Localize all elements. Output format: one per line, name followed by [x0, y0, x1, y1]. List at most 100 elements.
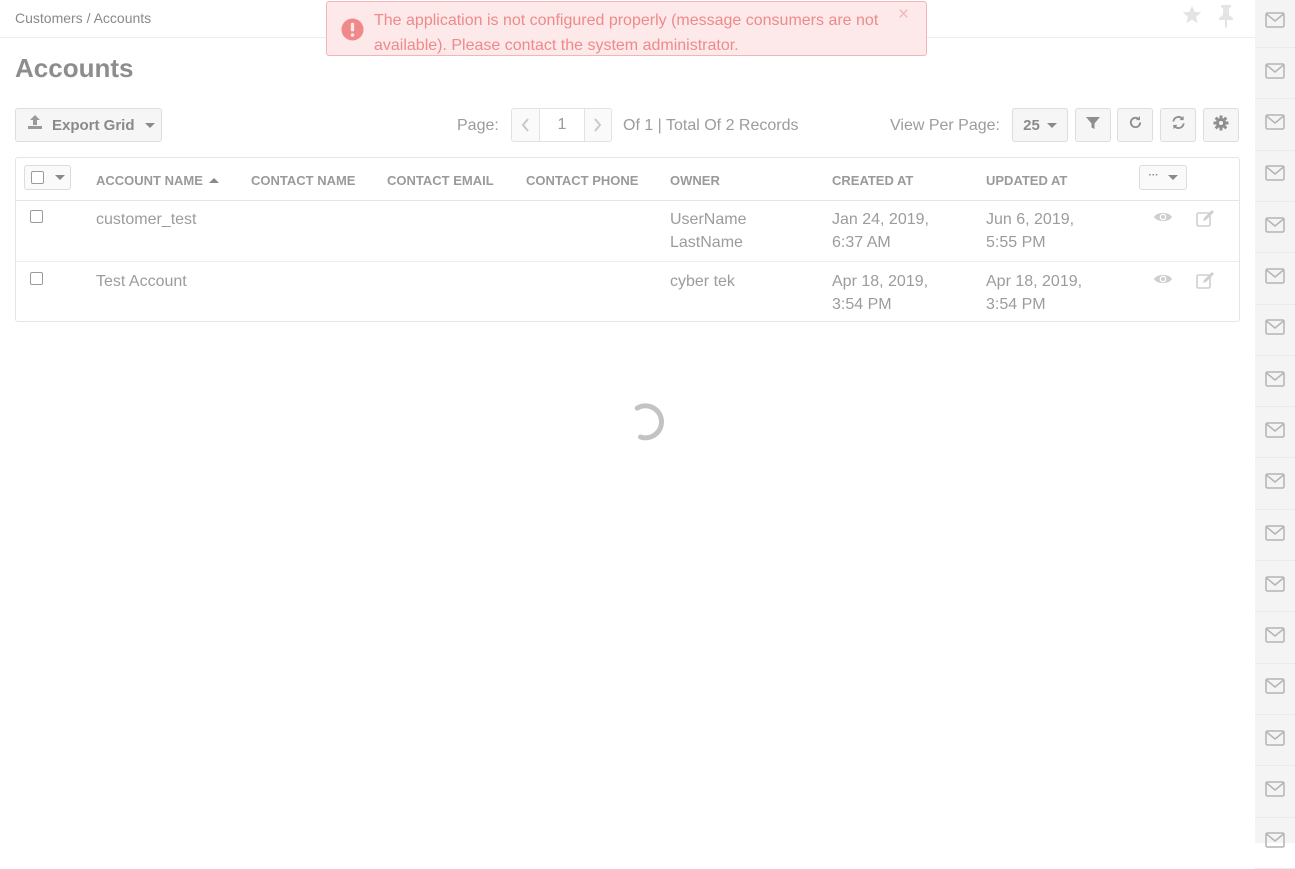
cell-account-name: Test Account [96, 273, 187, 290]
columns-manager-dropdown[interactable]: ··· [1139, 165, 1187, 190]
rail-item-envelope[interactable] [1255, 0, 1295, 48]
rail-item-envelope[interactable] [1255, 356, 1295, 408]
envelope-icon [1265, 422, 1285, 443]
chevron-down-icon [144, 122, 155, 128]
mass-select-dropdown[interactable] [24, 165, 71, 190]
column-header-contact-phone[interactable]: CONTACT PHONE [526, 173, 638, 188]
envelope-icon [1265, 678, 1285, 699]
column-header-updated-at[interactable]: UPDATED AT [986, 173, 1067, 188]
rail-item-envelope[interactable] [1255, 48, 1295, 100]
view-per-page-select[interactable]: 25 [1012, 108, 1068, 142]
envelope-icon [1265, 781, 1285, 802]
rail-item-envelope[interactable] [1255, 767, 1295, 818]
cell-updated-line2: 5:55 PM [986, 234, 1046, 251]
cell-created-line2: 3:54 PM [832, 296, 892, 313]
page-actions [1181, 4, 1235, 28]
envelope-icon [1265, 729, 1285, 751]
grid-settings-button[interactable] [1203, 108, 1239, 142]
envelope-icon [1265, 576, 1285, 597]
chevron-down-icon [55, 175, 65, 180]
prev-page-button[interactable] [512, 109, 539, 141]
envelope-icon [1265, 473, 1285, 494]
pin-icon[interactable] [1217, 4, 1235, 28]
refresh-button[interactable] [1160, 108, 1196, 142]
edit-icon[interactable] [1196, 210, 1215, 232]
cell-updated-line2: 3:54 PM [986, 296, 1046, 313]
page-label: Page: [457, 117, 499, 134]
chevron-down-icon [1046, 122, 1057, 128]
filter-icon [1086, 116, 1100, 135]
table-row[interactable]: Test Account cyber tek Apr 18, 2019, 3:5… [16, 262, 1239, 323]
view-per-page-value: 25 [1023, 116, 1040, 134]
cell-updated-at: Jun 6, 2019, 5:55 PM [986, 208, 1074, 254]
cell-owner-line1: UserName [670, 211, 747, 228]
rail-item-envelope[interactable] [1255, 254, 1295, 305]
breadcrumb-accounts: Accounts [93, 10, 152, 26]
rail-item-envelope[interactable] [1255, 510, 1295, 561]
envelope-icon [1265, 216, 1285, 238]
ellipsis-icon: ··· [1148, 169, 1159, 181]
filter-button[interactable] [1075, 108, 1111, 142]
rail-item-envelope[interactable] [1255, 664, 1295, 715]
envelope-icon [1265, 319, 1285, 340]
rail-item-envelope[interactable] [1255, 613, 1295, 664]
row-checkbox[interactable] [30, 210, 43, 223]
edit-icon[interactable] [1196, 272, 1215, 294]
rail-item-envelope[interactable] [1255, 305, 1295, 356]
refresh-icon [1171, 115, 1186, 135]
breadcrumb-separator: / [86, 10, 91, 26]
table-row[interactable]: customer_test UserName LastName Jan 24, … [16, 200, 1239, 262]
reset-button[interactable] [1117, 108, 1153, 142]
star-icon[interactable] [1181, 4, 1203, 28]
cell-created-line1: Apr 18, 2019, [832, 273, 929, 290]
cell-created-line2: 6:37 AM [832, 234, 891, 251]
rail-item-envelope[interactable] [1255, 818, 1295, 869]
upload-icon [27, 115, 43, 135]
column-header-label: ACCOUNT NAME [96, 173, 203, 188]
breadcrumb: Customers / Accounts [15, 10, 151, 26]
column-header-owner[interactable]: OWNER [670, 173, 720, 188]
breadcrumb-customers[interactable]: Customers [15, 10, 83, 26]
pagination: 1 [511, 108, 612, 142]
envelope-icon [1265, 11, 1285, 33]
column-header-contact-email[interactable]: CONTACT EMAIL [387, 173, 494, 188]
rail-item-envelope[interactable] [1255, 151, 1295, 202]
rail-item-envelope[interactable] [1255, 561, 1295, 613]
column-header-account-name[interactable]: ACCOUNT NAME [96, 173, 219, 188]
sort-ascending-icon [208, 178, 219, 183]
envelope-icon [1265, 627, 1285, 648]
next-page-button[interactable] [584, 109, 611, 141]
select-all-checkbox[interactable] [31, 171, 44, 184]
close-icon[interactable]: × [898, 4, 909, 26]
cell-created-line1: Jan 24, 2019, [832, 211, 929, 228]
rail-item-envelope[interactable] [1255, 100, 1295, 151]
cell-owner: cyber tek [670, 270, 735, 293]
envelope-icon [1265, 268, 1285, 289]
page-info: Of 1 | Total Of 2 Records [623, 117, 799, 134]
column-header-created-at[interactable]: CREATED AT [832, 173, 913, 188]
main-content: Customers / Accounts Accounts Export Gri… [0, 0, 1255, 843]
rail-item-envelope[interactable] [1255, 407, 1295, 459]
envelope-icon [1265, 165, 1285, 186]
rail-item-envelope[interactable] [1255, 459, 1295, 510]
accounts-grid: ACCOUNT NAME CONTACT NAME CONTACT EMAIL … [15, 157, 1240, 322]
alert-message: The application is not configured proper… [374, 12, 879, 54]
cell-owner-line2: LastName [670, 234, 743, 251]
rail-item-envelope[interactable] [1255, 715, 1295, 767]
right-sidebar [1255, 0, 1295, 869]
page-number-input[interactable]: 1 [539, 109, 585, 141]
column-header-contact-name[interactable]: CONTACT NAME [251, 173, 355, 188]
eye-icon[interactable] [1153, 210, 1173, 229]
cell-created-at: Jan 24, 2019, 6:37 AM [832, 208, 929, 254]
envelope-icon [1265, 114, 1285, 135]
error-alert: The application is not configured proper… [326, 1, 927, 56]
export-grid-button[interactable]: Export Grid [15, 108, 162, 142]
reset-icon [1128, 115, 1143, 135]
envelope-icon [1265, 370, 1285, 392]
cell-owner: UserName LastName [670, 208, 746, 254]
rail-item-envelope[interactable] [1255, 202, 1295, 254]
eye-icon[interactable] [1153, 272, 1173, 291]
cell-updated-line1: Jun 6, 2019, [986, 211, 1075, 228]
loading-spinner-icon [626, 402, 666, 442]
row-checkbox[interactable] [30, 272, 43, 285]
